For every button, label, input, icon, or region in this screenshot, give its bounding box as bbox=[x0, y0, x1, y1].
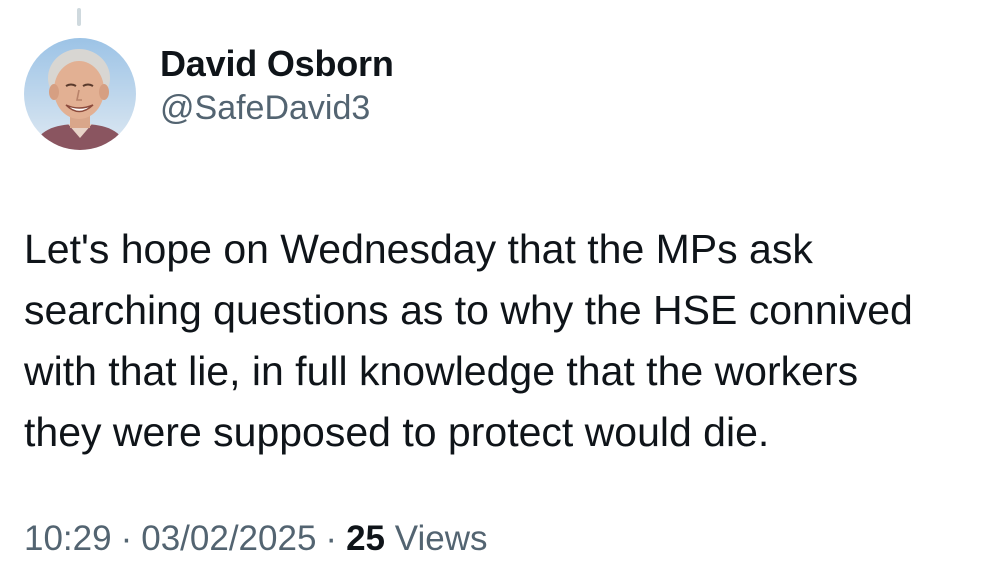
tweet-date[interactable]: 03/02/2025 bbox=[141, 519, 316, 558]
tweet-text-line: searching questions as to why the HSE co… bbox=[24, 287, 913, 333]
author-names: David Osborn @SafeDavid3 bbox=[160, 42, 394, 130]
views-label[interactable]: Views bbox=[395, 519, 488, 558]
avatar[interactable] bbox=[24, 38, 136, 150]
author-handle[interactable]: @SafeDavid3 bbox=[160, 86, 394, 130]
meta-separator: · bbox=[120, 519, 133, 558]
avatar-photo bbox=[24, 38, 136, 150]
tweet-text-line: Let's hope on Wednesday that the MPs ask bbox=[24, 226, 813, 272]
tweet-text-line: with that lie, in full knowledge that th… bbox=[24, 348, 859, 394]
author-display-name[interactable]: David Osborn bbox=[160, 42, 394, 86]
tweet-meta: 10:29 · 03/02/2025 · 25 Views bbox=[24, 515, 487, 563]
views-count[interactable]: 25 bbox=[346, 519, 385, 558]
thread-connector-line bbox=[77, 8, 81, 26]
tweet-header: David Osborn @SafeDavid3 bbox=[24, 38, 394, 150]
tweet-time[interactable]: 10:29 bbox=[24, 519, 112, 558]
tweet-text: Let's hope on Wednesday that the MPs ask… bbox=[24, 219, 984, 463]
tweet-text-line: they were supposed to protect would die. bbox=[24, 409, 770, 455]
meta-separator: · bbox=[325, 519, 338, 558]
